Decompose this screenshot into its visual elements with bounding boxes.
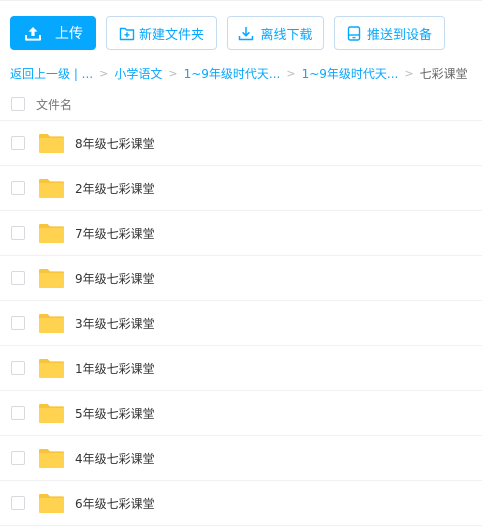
file-name[interactable]: 2年级七彩课堂 xyxy=(75,180,155,197)
file-name[interactable]: 1年级七彩课堂 xyxy=(75,360,155,377)
file-checkbox[interactable] xyxy=(11,271,25,285)
file-name[interactable]: 6年级七彩课堂 xyxy=(75,495,155,512)
push-to-device-label: 推送到设备 xyxy=(366,27,432,43)
file-row[interactable]: 9年级七彩课堂 xyxy=(0,256,482,301)
upload-label: 上传 xyxy=(55,26,83,42)
file-name[interactable]: 7年级七彩课堂 xyxy=(75,225,155,242)
toolbar: 上传 新建文件夹 离线下载 推送到设备 xyxy=(10,16,445,50)
file-checkbox[interactable] xyxy=(11,226,25,240)
file-row[interactable]: 7年级七彩课堂 xyxy=(0,211,482,256)
offline-download-label: 离线下载 xyxy=(260,27,313,43)
folder-icon xyxy=(39,223,64,243)
upload-button[interactable]: 上传 xyxy=(10,16,96,50)
offline-download-button[interactable]: 离线下载 xyxy=(227,16,324,50)
file-name[interactable]: 4年级七彩课堂 xyxy=(75,450,155,467)
breadcrumb-separator: > xyxy=(168,66,178,80)
breadcrumb-separator: > xyxy=(99,66,109,80)
file-name[interactable]: 5年级七彩课堂 xyxy=(75,405,155,422)
folder-icon xyxy=(39,178,64,198)
push-to-device-button[interactable]: 推送到设备 xyxy=(334,16,445,50)
file-row[interactable]: 4年级七彩课堂 xyxy=(0,436,482,481)
folder-icon xyxy=(39,268,64,288)
folder-icon xyxy=(39,133,64,153)
file-row[interactable]: 8年级七彩课堂 xyxy=(0,121,482,166)
breadcrumb-back-link[interactable]: 返回上一级 | ... xyxy=(10,65,93,82)
file-row[interactable]: 3年级七彩课堂 xyxy=(0,301,482,346)
file-name[interactable]: 3年级七彩课堂 xyxy=(75,315,155,332)
breadcrumb-separator: > xyxy=(404,66,414,80)
file-row[interactable]: 2年级七彩课堂 xyxy=(0,166,482,211)
folder-icon xyxy=(39,493,64,513)
folder-icon xyxy=(39,358,64,378)
file-list-header: 文件名 xyxy=(0,88,482,121)
top-divider xyxy=(0,0,482,1)
breadcrumb-item[interactable]: 1~9年级时代天... xyxy=(184,65,281,82)
file-checkbox[interactable] xyxy=(11,451,25,465)
file-name[interactable]: 9年级七彩课堂 xyxy=(75,270,155,287)
breadcrumb: 返回上一级 | ... > 小学语文 > 1~9年级时代天... > 1~9年级… xyxy=(10,64,468,82)
file-checkbox[interactable] xyxy=(11,136,25,150)
breadcrumb-separator: > xyxy=(286,66,296,80)
upload-icon xyxy=(25,26,41,41)
new-folder-label: 新建文件夹 xyxy=(138,27,204,43)
file-checkbox[interactable] xyxy=(11,316,25,330)
breadcrumb-item[interactable]: 1~9年级时代天... xyxy=(302,65,399,82)
select-all-checkbox[interactable] xyxy=(11,97,25,111)
column-header-filename: 文件名 xyxy=(36,97,73,112)
file-row[interactable]: 6年级七彩课堂 xyxy=(0,481,482,526)
download-icon xyxy=(239,26,254,40)
folder-icon xyxy=(39,403,64,423)
new-folder-button[interactable]: 新建文件夹 xyxy=(106,16,217,50)
file-list: 8年级七彩课堂 2年级七彩课堂 7年级七彩课堂 9年级七彩课堂 3年级七彩课堂 … xyxy=(0,121,482,526)
file-row[interactable]: 1年级七彩课堂 xyxy=(0,346,482,391)
file-checkbox[interactable] xyxy=(11,361,25,375)
device-icon xyxy=(347,25,361,41)
file-checkbox[interactable] xyxy=(11,406,25,420)
file-row[interactable]: 5年级七彩课堂 xyxy=(0,391,482,436)
new-folder-icon xyxy=(119,27,135,40)
breadcrumb-item[interactable]: 小学语文 xyxy=(114,65,162,82)
file-checkbox[interactable] xyxy=(11,496,25,510)
breadcrumb-current: 七彩课堂 xyxy=(419,66,468,81)
file-checkbox[interactable] xyxy=(11,181,25,195)
folder-icon xyxy=(39,313,64,333)
folder-icon xyxy=(39,448,64,468)
file-name[interactable]: 8年级七彩课堂 xyxy=(75,135,155,152)
